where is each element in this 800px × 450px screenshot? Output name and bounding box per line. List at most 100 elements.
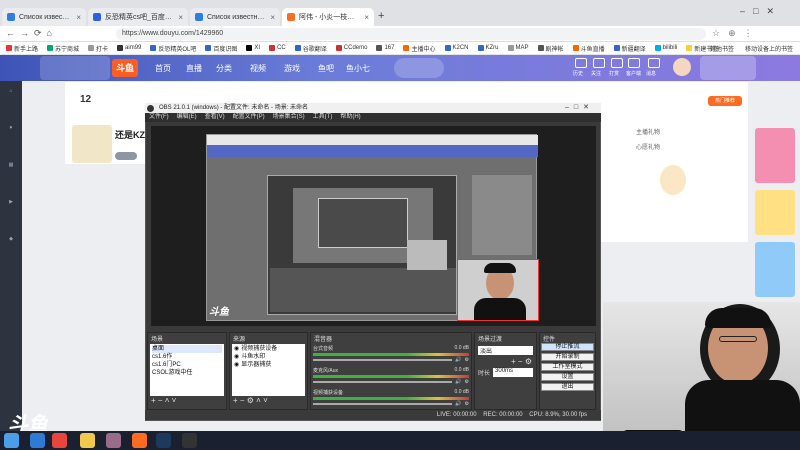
tab-close-icon[interactable]: ×	[76, 13, 81, 22]
control-button[interactable]: 工作室模式	[541, 363, 594, 371]
scene-item[interactable]: CSOL游戏中任	[152, 369, 222, 377]
gift-tab-2[interactable]: 心愿礼物	[636, 142, 660, 151]
browser-tab[interactable]: Список известных нам карт ×	[190, 8, 280, 26]
tab-close-icon[interactable]: ×	[364, 13, 369, 22]
taskbar-chrome-icon[interactable]	[52, 433, 67, 448]
bookmark-item[interactable]: bilibili	[654, 45, 677, 51]
other-bookmarks[interactable]: 其他书签	[710, 44, 734, 53]
douyu-logo[interactable]: 斗鱼	[112, 59, 138, 77]
scene-item[interactable]: cs1.6门PC	[152, 361, 222, 369]
mobile-bookmarks[interactable]: 移动设备上的书签	[745, 44, 800, 53]
obs-menu-item[interactable]: 工具(T)	[313, 113, 333, 122]
nav-item[interactable]: 分类	[216, 63, 232, 74]
nav-item[interactable]: 首页	[155, 63, 171, 74]
tab-close-icon[interactable]: ×	[178, 13, 183, 22]
bookmark-item[interactable]: 百度识图	[205, 44, 237, 53]
streamer-avatar[interactable]	[72, 125, 112, 163]
taskbar-start-icon[interactable]	[4, 433, 19, 448]
bookmark-item[interactable]: 新疆翻译	[613, 44, 646, 53]
nav-item[interactable]: 游戏	[284, 63, 300, 74]
nav-item[interactable]: 鱼吧	[318, 63, 334, 74]
home-icon[interactable]: ⌂	[3, 88, 19, 104]
browser-action-icons[interactable]: ☆⊕⋮	[712, 28, 761, 39]
bookmark-item[interactable]: 苏宁商城	[47, 44, 79, 53]
bookmark-item[interactable]: KZru	[477, 45, 499, 51]
obs-menu-item[interactable]: 文件(F)	[149, 113, 169, 122]
duration-input[interactable]: 300ms	[493, 368, 533, 377]
volume-slider[interactable]	[313, 381, 453, 383]
window-controls[interactable]: –□✕	[740, 6, 795, 18]
transition-select[interactable]: 淡出	[478, 346, 533, 355]
bookmark-item[interactable]: 反恐精英OL吧	[150, 44, 196, 53]
header-icon[interactable]	[628, 58, 640, 68]
speaker-icon[interactable]: 🔊	[455, 357, 461, 363]
taskbar-ie-icon[interactable]	[30, 433, 45, 448]
eye-icon[interactable]: ◉	[234, 353, 239, 361]
gear-icon[interactable]: ⚙	[465, 379, 469, 385]
bookmark-item[interactable]: 剧神帐	[537, 44, 564, 53]
browser-tab[interactable]: 反恐精英cs吧_百度贴吧 - 老玩×	[88, 8, 188, 26]
follow-icon[interactable]: ♥	[3, 125, 19, 141]
bookmark-item[interactable]: 主播中心	[403, 44, 436, 53]
header-icon[interactable]	[648, 58, 660, 68]
bookmark-item[interactable]: CCdemo	[335, 45, 367, 51]
promo-banner-1[interactable]	[755, 128, 795, 183]
control-button[interactable]: 退出	[541, 383, 594, 391]
avatar[interactable]	[673, 58, 691, 76]
obs-menu-item[interactable]: 帮助(H)	[340, 113, 360, 122]
taskbar-explorer-icon[interactable]	[80, 433, 95, 448]
control-button[interactable]: 设置	[541, 373, 594, 381]
transition-buttons[interactable]: + − ⚙	[475, 357, 536, 366]
source-item[interactable]: ◉ 显示器捕获	[234, 361, 303, 369]
bookmark-item[interactable]: K2CN	[444, 45, 469, 51]
nav-item[interactable]: 鱼小七	[346, 63, 370, 74]
bookmark-item[interactable]: MAP	[507, 45, 529, 51]
obs-menu-item[interactable]: 场景集合(S)	[273, 113, 305, 122]
control-button[interactable]: 停止推流	[541, 343, 594, 351]
bookmark-item[interactable]: 167	[376, 45, 394, 51]
bookmark-item[interactable]: 斗鱼直播	[572, 44, 605, 53]
promo-banner-2[interactable]	[755, 190, 795, 235]
speaker-icon[interactable]: 🔊	[455, 401, 461, 407]
gear-icon[interactable]: ⚙	[465, 401, 469, 407]
volume-slider[interactable]	[313, 403, 453, 405]
nav-item[interactable]: 视频	[250, 63, 266, 74]
header-search[interactable]	[394, 58, 444, 78]
scene-item[interactable]: cs1.6作	[152, 353, 222, 361]
bookmark-item[interactable]: XI	[246, 45, 260, 51]
header-icon[interactable]	[611, 58, 623, 68]
bookmark-item[interactable]: 新手上路	[6, 44, 38, 53]
obs-menu-item[interactable]: 编辑(E)	[177, 113, 197, 122]
sources-toolbar[interactable]: + − ⚙ ˄ ˅	[230, 396, 307, 405]
new-tab-button[interactable]: +	[378, 10, 384, 22]
source-item[interactable]: ◉ 视频捕获设备	[234, 345, 303, 353]
scene-item[interactable]: 桌面	[152, 345, 222, 353]
nav-item[interactable]: 直播	[186, 63, 202, 74]
nav-buttons[interactable]: ←→⟳⌂	[6, 28, 57, 39]
bookmark-item[interactable]: aim99	[117, 45, 141, 51]
control-button[interactable]: 开始录制	[541, 353, 594, 361]
taskbar-anime-icon[interactable]	[106, 433, 121, 448]
scenes-toolbar[interactable]: + − ˄ ˅	[148, 396, 226, 405]
gift-tab-1[interactable]: 主播礼物	[636, 127, 660, 136]
category-icon[interactable]: ▦	[3, 162, 19, 178]
eye-icon[interactable]: ◉	[234, 361, 239, 369]
tab-close-icon[interactable]: ×	[270, 13, 275, 22]
browser-tab[interactable]: Список известных нам карт ×	[2, 8, 86, 26]
obs-menu-item[interactable]: 配置文件(P)	[233, 113, 265, 122]
promo-banner-3[interactable]	[755, 242, 795, 297]
url-input[interactable]: https://www.douyu.com/1429960	[116, 28, 706, 40]
taskbar-steam-icon[interactable]	[156, 433, 171, 448]
taskbar-douyu-icon[interactable]	[132, 433, 147, 448]
eye-icon[interactable]: ◉	[234, 345, 239, 353]
bookmark-item[interactable]: 谷歌翻译	[294, 44, 327, 53]
volume-slider[interactable]	[313, 359, 453, 361]
browser-tab[interactable]: 阿伟 - 小炎一枝直播_斗鱼精彩 ×	[282, 8, 374, 26]
gear-icon[interactable]: ⚙	[465, 357, 469, 363]
obs-window-controls[interactable]: –□✕	[565, 103, 594, 111]
taskbar-obs-icon[interactable]	[182, 433, 197, 448]
obs-menu-item[interactable]: 查看(V)	[205, 113, 225, 122]
bookmark-item[interactable]: CC	[269, 45, 286, 51]
speaker-icon[interactable]: 🔊	[455, 379, 461, 385]
hot-button[interactable]: 热门推荐	[708, 96, 742, 106]
